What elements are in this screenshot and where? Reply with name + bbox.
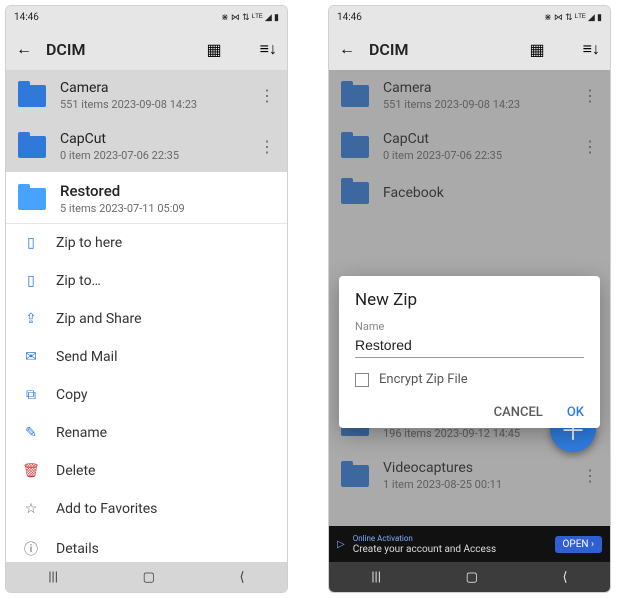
zip-icon: ▯ xyxy=(22,235,40,251)
more-icon[interactable]: ⋮ xyxy=(259,94,275,98)
copy-icon: ⧉ xyxy=(22,387,40,403)
menu-zip-here[interactable]: ▯ Zip to here xyxy=(6,224,287,262)
share-icon: ⇪ xyxy=(22,311,40,327)
folder-icon xyxy=(18,188,46,210)
system-nav: ||| ▢ ⟨ xyxy=(6,562,287,592)
folder-subtitle: 0 item 2023-07-06 22:35 xyxy=(60,149,245,162)
sort-icon[interactable]: ≡↓ xyxy=(260,39,277,59)
info-icon: ⓘ xyxy=(22,539,40,559)
back-icon[interactable]: ← xyxy=(16,39,32,59)
system-nav: ||| ▢ ⟨ xyxy=(329,562,610,592)
status-time: 14:46 xyxy=(337,12,362,23)
ok-button[interactable]: OK xyxy=(567,405,584,420)
status-right: ⋇ ⋈ ⇅ ᴸᵀᴱ ◢ ▮ xyxy=(221,12,279,23)
ad-line2: Create your account and Access xyxy=(353,544,547,555)
folder-row[interactable]: Camera 551 items 2023-09-08 14:23 ⋮ xyxy=(6,70,287,121)
app-bar: ← DCIM ▦ ≡↓ xyxy=(329,28,610,70)
nav-recent[interactable]: ||| xyxy=(371,570,381,585)
appbar-title: DCIM xyxy=(46,40,85,59)
selected-folder-name: Restored xyxy=(60,182,275,200)
star-icon: ☆ xyxy=(22,501,40,517)
nav-recent[interactable]: ||| xyxy=(48,570,58,585)
menu-label: Copy xyxy=(56,387,88,403)
ad-cta-label: OPEN xyxy=(563,539,589,550)
folder-name: CapCut xyxy=(60,131,245,147)
ad-banner[interactable]: ▷ Online Activation Create your account … xyxy=(329,526,610,562)
menu-delete[interactable]: 🗑 Delete xyxy=(6,452,287,490)
sheet-header: Restored 5 items 2023-07-11 05:09 xyxy=(6,172,287,219)
menu-label: Zip and Share xyxy=(56,311,142,327)
menu-label: Delete xyxy=(56,463,95,479)
nav-home[interactable]: ▢ xyxy=(143,570,155,585)
menu-copy[interactable]: ⧉ Copy xyxy=(6,376,287,414)
folder-icon xyxy=(18,85,46,107)
status-bar: 14:46 ⋇ ⋈ ⇅ ᴸᵀᴱ ◢ ▮ xyxy=(329,6,610,28)
menu-label: Add to Favorites xyxy=(56,501,157,517)
selected-folder-sub: 5 items 2023-07-11 05:09 xyxy=(60,202,275,215)
menu-zip-to[interactable]: ▯ Zip to… xyxy=(6,262,287,300)
encrypt-checkbox[interactable] xyxy=(355,373,369,387)
folder-icon xyxy=(18,136,46,158)
status-right: ⋇ ⋈ ⇅ ᴸᵀᴱ ◢ ▮ xyxy=(544,12,602,23)
ad-open-button[interactable]: OPEN › xyxy=(555,536,603,553)
more-icon[interactable]: ⋮ xyxy=(259,145,275,149)
folder-name: Camera xyxy=(60,80,245,96)
encrypt-label: Encrypt Zip File xyxy=(379,372,468,387)
menu-rename[interactable]: ✎ Rename xyxy=(6,414,287,452)
phone-left: 14:46 ⋇ ⋈ ⇅ ᴸᵀᴱ ◢ ▮ ← DCIM ▦ ≡↓ Camera 5… xyxy=(5,5,288,593)
trash-icon: 🗑 xyxy=(22,463,40,479)
context-sheet: Restored 5 items 2023-07-11 05:09 ▯ Zip … xyxy=(6,172,287,562)
rename-icon: ✎ xyxy=(22,425,40,441)
menu-label: Zip to here xyxy=(56,235,122,251)
nav-home[interactable]: ▢ xyxy=(466,570,478,585)
status-bar: 14:46 ⋇ ⋈ ⇅ ᴸᵀᴱ ◢ ▮ xyxy=(6,6,287,28)
menu-details[interactable]: ⓘ Details xyxy=(6,528,287,562)
dimmed-folder-list: Camera 551 items 2023-09-08 14:23 ⋮ CapC… xyxy=(6,70,287,172)
mail-icon: ✉ xyxy=(22,349,40,365)
menu-label: Zip to… xyxy=(56,273,101,289)
zip-to-icon: ▯ xyxy=(22,273,40,289)
nav-back[interactable]: ⟨ xyxy=(563,570,568,585)
dialog-title: New Zip xyxy=(355,290,584,310)
ad-close-icon[interactable]: ▷ xyxy=(337,539,345,550)
folder-subtitle: 551 items 2023-09-08 14:23 xyxy=(60,98,245,111)
menu-send-mail[interactable]: ✉ Send Mail xyxy=(6,338,287,376)
nav-back[interactable]: ⟨ xyxy=(240,570,245,585)
menu-label: Details xyxy=(56,541,99,557)
view-grid-icon[interactable]: ▦ xyxy=(207,40,222,59)
back-icon[interactable]: ← xyxy=(339,39,355,59)
phone-right: 14:46 ⋇ ⋈ ⇅ ᴸᵀᴱ ◢ ▮ ← DCIM ▦ ≡↓ Camera 5… xyxy=(328,5,611,593)
view-grid-icon[interactable]: ▦ xyxy=(530,40,545,59)
menu-zip-share[interactable]: ⇪ Zip and Share xyxy=(6,300,287,338)
menu-label: Rename xyxy=(56,425,107,441)
encrypt-row[interactable]: Encrypt Zip File xyxy=(355,372,584,387)
sort-icon[interactable]: ≡↓ xyxy=(583,39,600,59)
appbar-title: DCIM xyxy=(369,40,408,59)
zip-name-input[interactable] xyxy=(355,335,584,358)
status-time: 14:46 xyxy=(14,12,39,23)
new-zip-dialog: New Zip Name Encrypt Zip File CANCEL OK xyxy=(339,276,600,428)
menu-add-favorite[interactable]: ☆ Add to Favorites xyxy=(6,490,287,528)
cancel-button[interactable]: CANCEL xyxy=(494,405,543,420)
ad-line1: Online Activation xyxy=(353,533,547,544)
menu-label: Send Mail xyxy=(56,349,117,365)
folder-row[interactable]: CapCut 0 item 2023-07-06 22:35 ⋮ xyxy=(6,121,287,172)
app-bar: ← DCIM ▦ ≡↓ xyxy=(6,28,287,70)
name-label: Name xyxy=(355,320,584,333)
